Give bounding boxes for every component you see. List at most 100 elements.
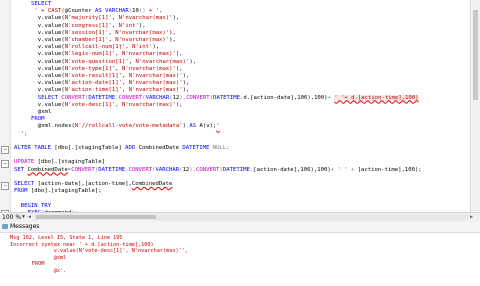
code-token: ), — [138, 22, 146, 29]
code-token: ), — [182, 80, 190, 87]
code-line[interactable]: BEGIN TRY — [21, 203, 51, 210]
code-token: N'nvarchar(max)' — [122, 101, 176, 108]
code-token: ' ' — [337, 166, 348, 173]
message-line: FROM — [10, 261, 45, 268]
code-token: N'vote-desc[1]' — [64, 101, 116, 108]
code-token: UPDATE — [14, 159, 38, 166]
code-line[interactable]: v.value(N'action-date[1]', N'nvarchar(ma… — [38, 80, 190, 87]
message-line: @xml — [10, 254, 67, 261]
chevron-down-icon[interactable]: ▼ — [22, 213, 25, 222]
code-token: , — [122, 87, 129, 94]
code-token: CONVERT — [195, 166, 220, 173]
code-token: N'int' — [118, 22, 139, 29]
code-token: [dbo].[stagingTable] — [54, 145, 126, 151]
message-line: Msg 102, Level 15, State 1, Line 195 — [10, 235, 123, 241]
code-token: N'nvarchar(max)' — [115, 37, 170, 43]
code-line[interactable]: v.value(N'rollcall-num[1]', N'int'), — [38, 44, 159, 51]
code-line[interactable]: v.value(N'session[1]', N'nvarchar(max)')… — [38, 30, 176, 37]
code-token: ), — [169, 37, 176, 43]
code-token: N'nvarchar(max)' — [122, 51, 176, 58]
code-token: v.value( — [37, 22, 65, 29]
code-token: CONVERT — [118, 94, 143, 101]
query-editor[interactable]: −−−− SELECT' + CAST(@Counter AS VARCHAR(… — [0, 0, 480, 212]
code-token: ), — [189, 58, 197, 65]
code-token: ), — [152, 44, 160, 51]
code-line[interactable]: FROM [dbo].[stagingTable]; — [14, 188, 102, 195]
collapse-icon[interactable]: − — [1, 181, 9, 190]
code-token: ), — [175, 65, 183, 72]
code-line[interactable]: @xml — [38, 109, 51, 116]
code-token: N'chamber[1]' — [64, 37, 109, 43]
code-token: [dbo].[stagingTable]; — [30, 188, 102, 195]
code-line[interactable]: SET CombinedDate=CONVERT(DATETIME,CONVER… — [14, 167, 422, 174]
results-tab-bar: Messages — [0, 222, 480, 233]
code-token: ' + CAST( — [34, 8, 65, 15]
code-token: v.value( — [37, 101, 65, 108]
code-token: @xml.nodes( — [37, 123, 75, 130]
code-line[interactable]: v.value(N'vote-result[1]', N'nvarchar(ma… — [38, 73, 190, 80]
code-token: v.value( — [37, 15, 65, 22]
collapse-icon[interactable]: − — [1, 145, 9, 154]
code-token: N'nvarchar(max)' — [128, 80, 183, 87]
code-line[interactable]: SELECT — [31, 1, 51, 8]
vertical-scroll-thumb[interactable] — [473, 10, 478, 100]
code-line[interactable]: v.value(N'chamber[1]', N'nvarchar(max)')… — [38, 37, 176, 44]
code-token: FROM — [14, 188, 31, 195]
code-token: N'congress[1]' — [64, 22, 112, 29]
tab-messages[interactable]: Messages — [2, 222, 39, 232]
code-line[interactable]: v.value(N'action-time[1]', N'nvarchar(ma… — [38, 87, 190, 94]
code-line[interactable]: v.value(N'congress[1]', N'int'), — [38, 23, 146, 30]
message-line: v.value(N'vote-desc[1]', N'nvarchar(max)… — [10, 248, 189, 255]
code-token: CombinedDate — [27, 166, 68, 173]
code-line[interactable]: v.value(N'vote-desc[1]', N'nvarchar(max)… — [38, 102, 183, 109]
messages-pane[interactable]: Msg 102, Level 15, State 1, Line 195 Inco… — [0, 233, 480, 286]
code-token: v.value( — [37, 87, 65, 94]
code-token: ' '+ d.[action-time],100) — [334, 94, 419, 101]
code-token: AS VARCHAR — [91, 8, 129, 15]
code-token: N'nvarchar(max)' — [118, 15, 173, 22]
code-token: CONVERT — [128, 166, 153, 173]
code-line[interactable]: v.value(N'vote-type[1]', N'nvarchar(max)… — [38, 66, 183, 73]
code-token: VARCHAR — [155, 166, 180, 173]
code-token: A(v); — [199, 123, 217, 130]
code-line[interactable]: '; — [21, 131, 28, 138]
code-line[interactable]: SELECT [action-date],[action-time],Combi… — [14, 181, 172, 188]
code-line[interactable]: ALTER TABLE [dbo].[stagingTable] ADD Com… — [14, 145, 230, 152]
code-line[interactable]: FROM — [31, 116, 44, 123]
code-token: N'vote-type[1]' — [64, 65, 116, 72]
code-token: ), — [175, 51, 183, 58]
horizontal-scrollbar[interactable] — [34, 214, 468, 220]
code-line[interactable]: UPDATE [dbo].[stagingTable] — [14, 159, 105, 166]
code-line[interactable]: ' + CAST(@Counter AS VARCHAR(10)) + ', — [34, 8, 162, 15]
collapse-icon[interactable]: − — [1, 159, 9, 168]
code-token: ADD — [125, 145, 139, 151]
code-line[interactable]: v.value(N'legis-num[1]', N'nvarchar(max)… — [38, 51, 183, 58]
code-line[interactable]: @xml.nodes(N'//rollcall-vote/vote-metada… — [38, 123, 220, 130]
code-token: FROM — [31, 116, 45, 123]
code-line[interactable]: SELECT CONVERT(DATETIME,CONVERT(VARCHAR(… — [38, 94, 419, 102]
code-line[interactable]: v.value(N'majority[1]', N'nvarchar(max)'… — [38, 15, 180, 22]
code-token: d.[action-date],106),100) — [243, 94, 328, 101]
code-token: ), — [182, 87, 190, 94]
code-token: N'nvarchar(max)' — [115, 29, 170, 36]
code-token: [action-date],106),100) — [253, 166, 331, 173]
code-token: N'majority[1]' — [64, 15, 112, 22]
code-token: , — [111, 15, 119, 22]
vertical-scrollbar[interactable] — [470, 0, 480, 212]
code-token: v.value( — [37, 73, 65, 79]
code-token: ), — [169, 29, 176, 36]
zoom-level[interactable]: 100 % — [2, 213, 21, 222]
code-line[interactable]: v.value(N'vote-question[1]', N'nvarchar(… — [38, 59, 196, 66]
horizontal-scroll-thumb[interactable] — [36, 215, 156, 219]
code-token: N'nvarchar(max)' — [135, 58, 190, 65]
code-token: [action-date],[action-time], — [37, 181, 132, 187]
code-token: DATETIME — [213, 94, 240, 101]
code-token: NULL; — [212, 145, 230, 151]
scroll-right-icon[interactable]: ▶ — [470, 213, 473, 221]
code-token: v.value( — [37, 29, 65, 36]
code-token: BEGIN TRY — [20, 202, 52, 209]
code-token: @xml — [37, 109, 52, 115]
code-token: ), — [189, 166, 196, 173]
scroll-left-icon[interactable]: ◀ — [28, 213, 31, 221]
code-token: N'vote-result[1]' — [64, 73, 123, 79]
